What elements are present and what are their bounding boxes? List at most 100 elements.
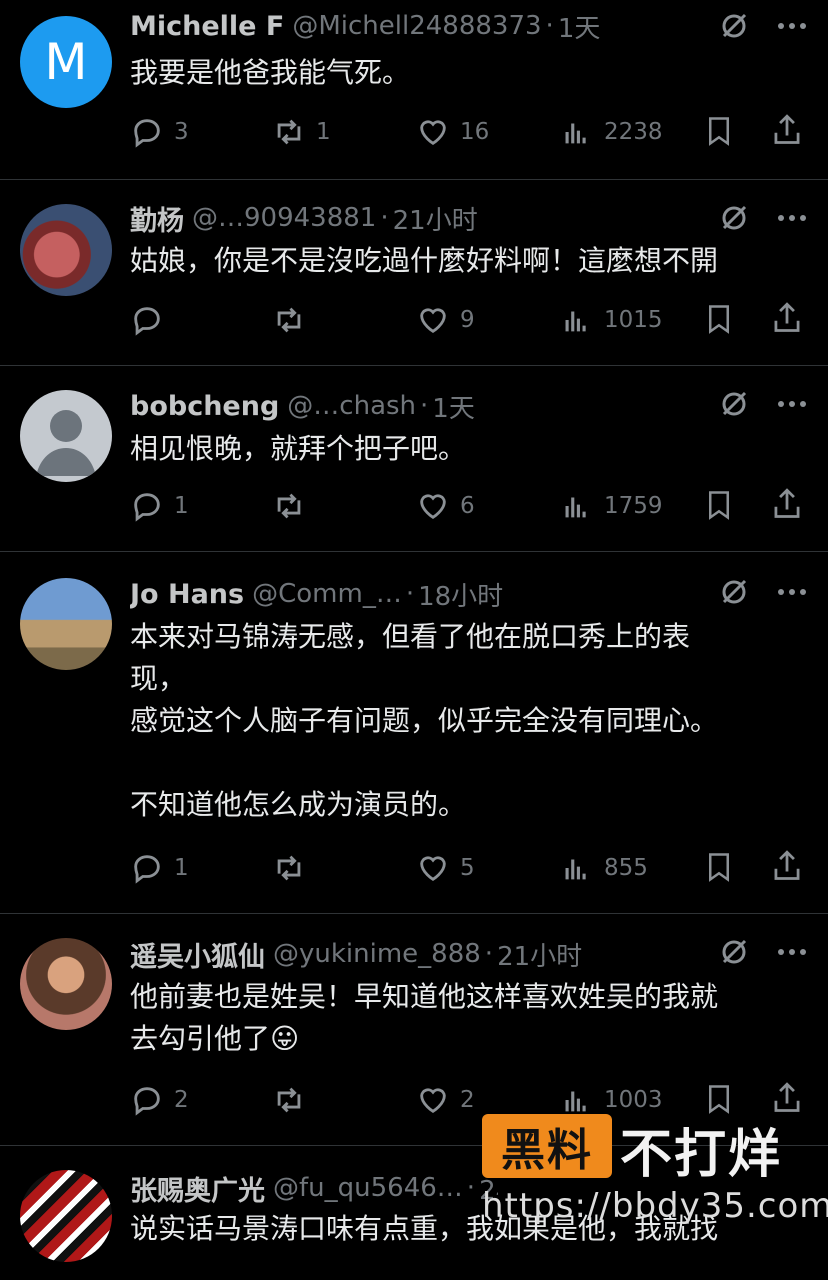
like-button[interactable]: 2 xyxy=(416,1080,475,1120)
like-count: 2 xyxy=(460,1087,475,1113)
separator-dot: · xyxy=(420,391,429,421)
retweet-button[interactable] xyxy=(272,1080,316,1120)
post-header: Jo Hans @Comm_… · 18小时 xyxy=(130,574,808,614)
like-count: 5 xyxy=(460,855,475,881)
more-icon[interactable] xyxy=(774,574,810,610)
post-time[interactable]: 1天 xyxy=(558,8,601,45)
author-name[interactable]: Michelle F xyxy=(130,11,284,42)
author-handle[interactable]: @yukinime_888 xyxy=(273,939,481,969)
grok-icon[interactable] xyxy=(716,386,752,422)
share-icon[interactable] xyxy=(770,848,804,888)
reply-button[interactable]: 1 xyxy=(130,848,189,888)
author-name[interactable]: 遥吴小狐仙 xyxy=(130,935,265,974)
post-header: Michelle F @Michell24888373 · 1天 xyxy=(130,6,808,46)
more-icon[interactable] xyxy=(774,934,810,970)
views-count: 1015 xyxy=(604,307,663,333)
action-bar: 9 1015 xyxy=(130,300,810,340)
author-name[interactable]: bobcheng xyxy=(130,391,279,422)
reply-icon xyxy=(134,119,160,148)
views-icon xyxy=(565,497,586,518)
post-time[interactable]: 1天 xyxy=(432,388,475,425)
more-icon[interactable] xyxy=(774,200,810,236)
bookmark-icon[interactable] xyxy=(704,850,734,888)
watermark-tagline: 不打烊 xyxy=(620,1125,783,1185)
watermark-badge: 黑料 xyxy=(482,1114,612,1178)
views-button[interactable]: 855 xyxy=(560,848,648,888)
reply-count: 2 xyxy=(174,1087,189,1113)
bookmark-icon[interactable] xyxy=(704,114,734,152)
views-count: 2238 xyxy=(604,119,663,145)
author-name[interactable]: 勤杨 xyxy=(130,199,184,238)
views-icon xyxy=(565,859,586,880)
like-count: 16 xyxy=(460,119,490,145)
avatar[interactable] xyxy=(20,938,112,1030)
share-icon[interactable] xyxy=(770,112,804,152)
action-bar: 3 1 16 2238 xyxy=(130,112,810,152)
post-3[interactable]: bobcheng @…chash · 1天 相见恨晚，就拜个把子吧。 1 6 1… xyxy=(0,366,828,552)
post-header: 张赐奥广光 @fu_qu5646… · 2小时 xyxy=(130,1168,498,1208)
avatar[interactable] xyxy=(20,204,112,296)
author-handle[interactable]: @…90943881 xyxy=(192,203,376,233)
like-count: 9 xyxy=(460,307,475,333)
author-name[interactable]: 张赐奥广光 xyxy=(130,1169,265,1208)
post-header: 勤杨 @…90943881 · 21小时 xyxy=(130,198,808,238)
post-4[interactable]: Jo Hans @Comm_… · 18小时 本来对马锦涛无感，但看了他在脱口秀… xyxy=(0,552,828,914)
post-header: 遥吴小狐仙 @yukinime_888 · 21小时 xyxy=(130,934,808,974)
post-time[interactable]: 21小时 xyxy=(393,200,478,237)
like-button[interactable]: 9 xyxy=(416,300,475,340)
avatar[interactable] xyxy=(20,578,112,670)
post-time[interactable]: 18小时 xyxy=(418,576,503,613)
retweet-icon xyxy=(277,307,301,333)
grok-icon[interactable] xyxy=(716,574,752,610)
views-icon xyxy=(565,311,586,332)
avatar[interactable] xyxy=(20,1170,112,1262)
watermark: 黑料 不打烊 https://bbdy35.com xyxy=(482,1112,828,1232)
retweet-button[interactable]: 1 xyxy=(272,112,331,152)
more-icon[interactable] xyxy=(774,386,810,422)
author-handle[interactable]: @Comm_… xyxy=(252,579,402,609)
like-button[interactable]: 6 xyxy=(416,486,475,526)
post-2[interactable]: 勤杨 @…90943881 · 21小时 姑娘，你是不是沒吃過什麼好料啊！這麼想… xyxy=(0,180,828,366)
reply-button[interactable]: 3 xyxy=(130,112,189,152)
post-text: 他前妻也是姓吴！早知道他这样喜欢姓吴的我就 去勾引他了😛 xyxy=(130,980,719,1055)
bookmark-icon[interactable] xyxy=(704,488,734,526)
author-handle[interactable]: @Michell24888373 xyxy=(292,11,541,41)
separator-dot: · xyxy=(466,1173,476,1203)
views-button[interactable]: 1759 xyxy=(560,486,663,526)
heart-icon xyxy=(420,494,446,520)
action-bar: 1 6 1759 xyxy=(130,486,810,526)
post-1[interactable]: M Michelle F @Michell24888373 · 1天 我要是他爸… xyxy=(0,0,828,180)
grok-icon[interactable] xyxy=(716,934,752,970)
author-handle[interactable]: @…chash xyxy=(287,391,416,421)
action-bar: 1 5 855 xyxy=(130,848,810,888)
like-button[interactable]: 16 xyxy=(416,112,489,152)
heart-icon xyxy=(420,1088,446,1114)
post-time[interactable]: 21小时 xyxy=(497,936,582,973)
reply-button[interactable] xyxy=(130,300,174,340)
author-name[interactable]: Jo Hans xyxy=(130,579,244,610)
retweet-button[interactable] xyxy=(272,300,316,340)
retweet-button[interactable] xyxy=(272,848,316,888)
views-button[interactable]: 1015 xyxy=(560,300,663,340)
avatar[interactable] xyxy=(20,390,112,482)
default-avatar-icon xyxy=(36,410,96,476)
more-icon[interactable] xyxy=(774,8,810,44)
reply-button[interactable]: 2 xyxy=(130,1080,189,1120)
heart-icon xyxy=(420,308,446,334)
views-count: 1759 xyxy=(604,493,663,519)
share-icon[interactable] xyxy=(770,300,804,340)
grok-icon[interactable] xyxy=(716,200,752,236)
views-icon xyxy=(565,123,586,144)
views-button[interactable]: 2238 xyxy=(560,112,663,152)
grok-icon[interactable] xyxy=(716,8,752,44)
bookmark-icon[interactable] xyxy=(704,302,734,340)
retweet-button[interactable] xyxy=(272,486,316,526)
separator-dot: · xyxy=(484,939,494,969)
author-handle[interactable]: @fu_qu5646… xyxy=(273,1173,463,1203)
avatar[interactable]: M xyxy=(20,16,112,108)
share-icon[interactable] xyxy=(770,486,804,526)
reply-button[interactable]: 1 xyxy=(130,486,189,526)
retweet-count: 1 xyxy=(316,119,331,145)
like-button[interactable]: 5 xyxy=(416,848,475,888)
retweet-icon xyxy=(277,855,301,881)
